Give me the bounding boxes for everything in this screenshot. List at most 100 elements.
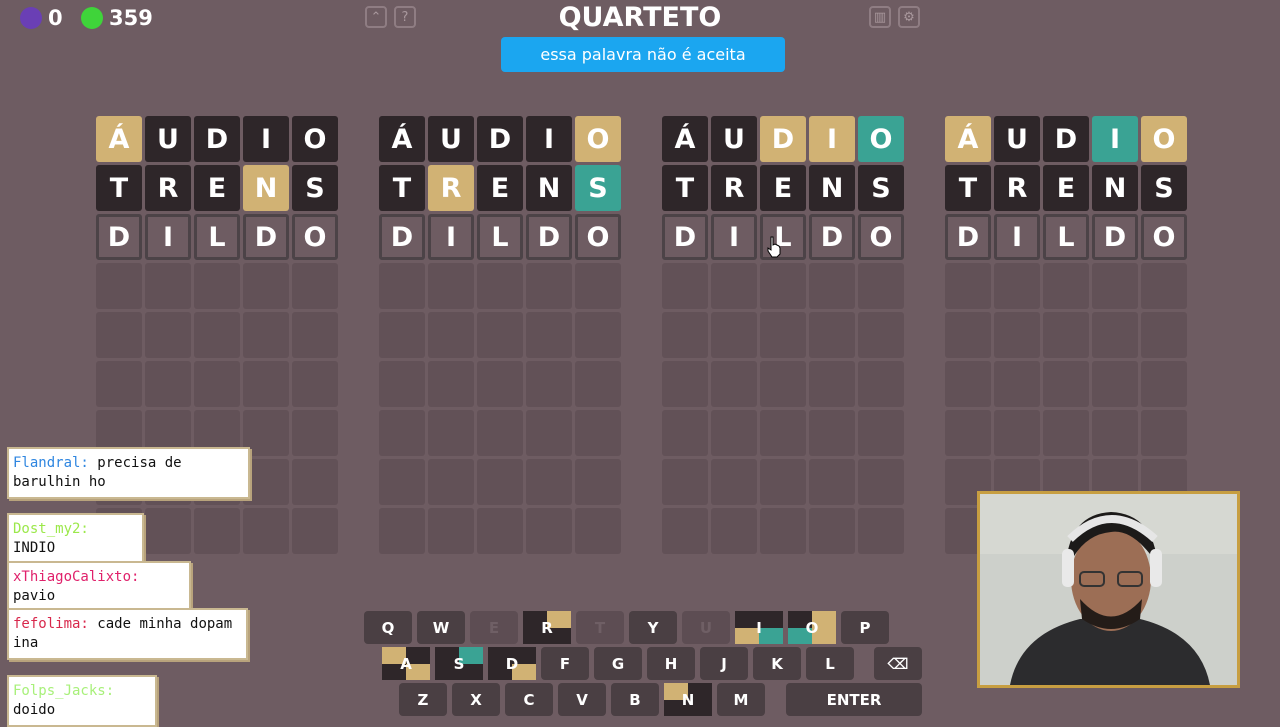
board-row xyxy=(96,312,342,358)
key-label: F xyxy=(559,654,571,673)
board-row: ÁUDIO xyxy=(945,116,1191,162)
gear-icon: ⚙ xyxy=(903,9,915,25)
empty-tile xyxy=(428,459,474,505)
empty-tile xyxy=(379,410,425,456)
key-d[interactable]: D xyxy=(488,647,536,680)
letter-tile: U xyxy=(994,116,1040,162)
empty-tile xyxy=(945,410,991,456)
empty-tile xyxy=(809,361,855,407)
letter-tile: T xyxy=(379,165,425,211)
key-label: Y xyxy=(647,618,659,637)
letter-tile: I xyxy=(145,214,191,260)
key-s[interactable]: S xyxy=(435,647,483,680)
board-row xyxy=(662,459,908,505)
empty-tile xyxy=(145,312,191,358)
empty-tile xyxy=(809,312,855,358)
key-label: P xyxy=(859,618,871,637)
letter-tile: D xyxy=(809,214,855,260)
letter-tile: N xyxy=(1092,165,1138,211)
key-b[interactable]: B xyxy=(611,683,659,716)
letter-tile: S xyxy=(575,165,621,211)
stats-icon: ▥ xyxy=(873,9,887,25)
key-y[interactable]: Y xyxy=(629,611,677,644)
key-p[interactable]: P xyxy=(841,611,889,644)
letter-tile: L xyxy=(477,214,523,260)
key-k[interactable]: K xyxy=(753,647,801,680)
letter-tile: L xyxy=(194,214,240,260)
key-h[interactable]: H xyxy=(647,647,695,680)
board-row xyxy=(96,263,342,309)
letter-tile: N xyxy=(809,165,855,211)
letter-tile: D xyxy=(194,116,240,162)
letter-tile: D xyxy=(945,214,991,260)
key-q[interactable]: Q xyxy=(364,611,412,644)
empty-tile xyxy=(809,410,855,456)
empty-tile xyxy=(711,410,757,456)
key-label: V xyxy=(576,690,588,709)
key-r[interactable]: R xyxy=(523,611,571,644)
key-c[interactable]: C xyxy=(505,683,553,716)
key-g[interactable]: G xyxy=(594,647,642,680)
empty-tile xyxy=(575,361,621,407)
empty-tile xyxy=(526,459,572,505)
empty-tile xyxy=(243,508,289,554)
letter-tile: S xyxy=(858,165,904,211)
empty-tile xyxy=(145,263,191,309)
letter-tile: E xyxy=(194,165,240,211)
key-label: X xyxy=(470,690,482,709)
key-i[interactable]: I xyxy=(735,611,783,644)
empty-tile xyxy=(662,459,708,505)
chat-message: Dost_my2: INDIO xyxy=(7,513,144,565)
key-label: A xyxy=(400,654,412,673)
key-w[interactable]: W xyxy=(417,611,465,644)
empty-tile xyxy=(575,508,621,554)
stats-button[interactable]: ▥ xyxy=(869,6,891,28)
key-f[interactable]: F xyxy=(541,647,589,680)
key-o[interactable]: O xyxy=(788,611,836,644)
letter-tile: O xyxy=(292,214,338,260)
empty-tile xyxy=(575,459,621,505)
empty-tile xyxy=(760,263,806,309)
letter-tile: U xyxy=(711,116,757,162)
key-l[interactable]: L xyxy=(806,647,854,680)
letter-tile: U xyxy=(145,116,191,162)
key-t[interactable]: T xyxy=(576,611,624,644)
empty-tile xyxy=(662,361,708,407)
key-a[interactable]: A xyxy=(382,647,430,680)
enter-key[interactable]: ENTER xyxy=(786,683,922,716)
chat-text: doido xyxy=(13,702,56,718)
chat-username: Dost_my2: xyxy=(13,521,89,537)
webcam-overlay xyxy=(977,491,1240,688)
key-x[interactable]: X xyxy=(452,683,500,716)
key-n[interactable]: N xyxy=(664,683,712,716)
page-title: QUARTETO xyxy=(558,2,722,33)
board-row xyxy=(379,410,625,456)
board-row xyxy=(379,312,625,358)
empty-tile xyxy=(662,508,708,554)
empty-tile xyxy=(428,361,474,407)
board-row: DILDO xyxy=(96,214,342,260)
board-row xyxy=(379,459,625,505)
empty-tile xyxy=(1092,312,1138,358)
key-label: Q xyxy=(381,618,395,637)
board-row: ÁUDIO xyxy=(96,116,342,162)
key-label: W xyxy=(432,618,450,637)
key-z[interactable]: Z xyxy=(399,683,447,716)
key-label: E xyxy=(488,618,500,637)
settings-button[interactable]: ⚙ xyxy=(898,6,920,28)
key-j[interactable]: J xyxy=(700,647,748,680)
empty-tile xyxy=(994,410,1040,456)
empty-tile xyxy=(477,459,523,505)
empty-tile xyxy=(477,312,523,358)
empty-tile xyxy=(526,410,572,456)
board-row xyxy=(945,263,1191,309)
chat-username: xThiagoCalixto: xyxy=(13,569,140,585)
key-v[interactable]: V xyxy=(558,683,606,716)
key-e[interactable]: E xyxy=(470,611,518,644)
backspace-key[interactable]: ⌫ xyxy=(874,647,922,680)
key-u[interactable]: U xyxy=(682,611,730,644)
empty-tile xyxy=(96,361,142,407)
key-label: T xyxy=(594,618,606,637)
key-m[interactable]: M xyxy=(717,683,765,716)
empty-tile xyxy=(575,312,621,358)
